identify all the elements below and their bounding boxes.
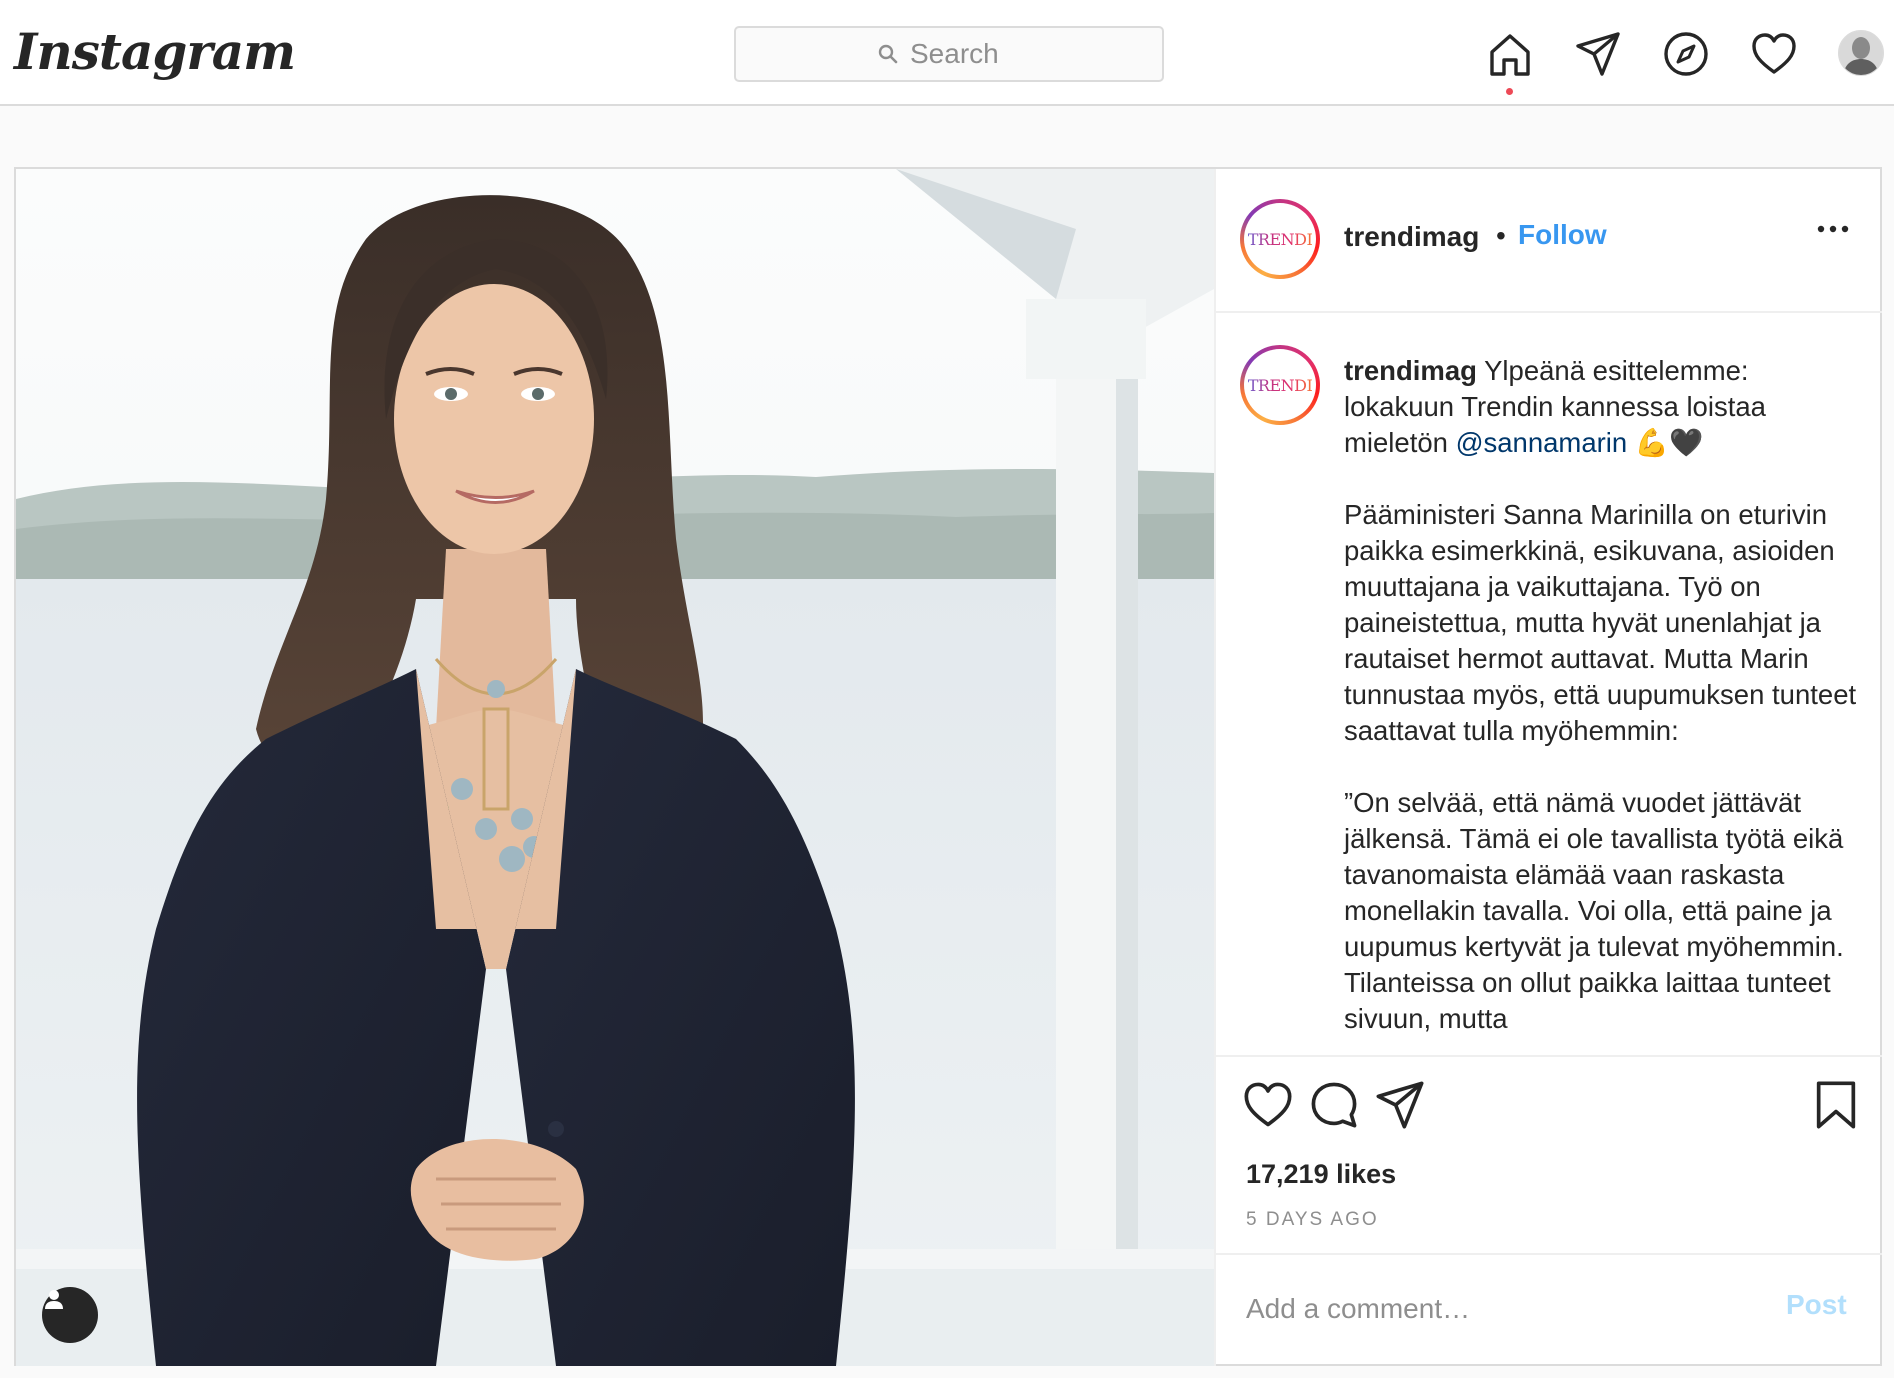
comments-area[interactable]: TRENDI trendimag Ylpeänä esittelemme: lo… (1216, 313, 1882, 1057)
save-bookmark-icon[interactable] (1810, 1079, 1862, 1131)
search-icon (878, 44, 898, 64)
caption-emoji: 💪🖤 (1634, 427, 1704, 458)
top-navigation-bar: Instagram (0, 0, 1894, 106)
header-separator: • (1496, 220, 1506, 251)
caption-author-avatar[interactable]: TRENDI (1240, 345, 1320, 425)
caption-username[interactable]: trendimag (1344, 355, 1477, 386)
author-username[interactable]: trendimag (1344, 221, 1479, 253)
like-heart-icon[interactable] (1242, 1079, 1294, 1131)
activity-heart-icon[interactable] (1750, 30, 1798, 78)
user-icon (45, 1290, 63, 1309)
comment-icon[interactable] (1308, 1079, 1360, 1131)
post-sidebar: TRENDI trendimag • Follow TRENDI trendim… (1214, 169, 1882, 1366)
search-input[interactable] (910, 38, 1020, 70)
post-card: TRENDI trendimag • Follow TRENDI trendim… (14, 167, 1882, 1366)
post-actions: 17,219 likes (1216, 1057, 1882, 1217)
post-header: TRENDI trendimag • Follow (1216, 169, 1882, 313)
follow-button[interactable]: Follow (1518, 219, 1607, 251)
home-icon[interactable] (1486, 30, 1534, 78)
caption-paragraph-3: ”On selvää, että nämä vuodet jättävät jä… (1344, 787, 1844, 1034)
tagged-users-button[interactable] (42, 1287, 98, 1343)
author-avatar-text: TRENDI (1247, 229, 1313, 249)
post-photo-illustration (16, 169, 1214, 1366)
profile-avatar[interactable] (1838, 30, 1884, 76)
comment-input[interactable] (1246, 1287, 1746, 1331)
post-image[interactable] (16, 169, 1214, 1366)
home-notification-dot (1506, 88, 1513, 95)
author-avatar[interactable]: TRENDI (1240, 199, 1320, 279)
search-box[interactable] (734, 26, 1164, 82)
post-timestamp[interactable]: 5 DAYS AGO (1246, 1209, 1379, 1231)
add-comment-bar: Post (1216, 1253, 1882, 1366)
post-caption: trendimag Ylpeänä esittelemme: lokakuun … (1344, 353, 1860, 1055)
explore-icon[interactable] (1662, 30, 1710, 78)
caption-avatar-text: TRENDI (1247, 375, 1313, 395)
post-comment-button[interactable]: Post (1786, 1289, 1847, 1321)
more-options-icon (1817, 225, 1849, 233)
more-options-button[interactable] (1808, 211, 1858, 247)
likes-count[interactable]: 17,219 likes (1246, 1159, 1396, 1190)
share-icon[interactable] (1374, 1079, 1426, 1131)
caption-paragraph-2: Pääministeri Sanna Marinilla on eturivin… (1344, 499, 1857, 746)
direct-message-icon[interactable] (1574, 30, 1622, 78)
instagram-logo[interactable]: Instagram (14, 22, 296, 81)
profile-photo (1839, 31, 1883, 75)
mention-link[interactable]: @sannamarin (1456, 427, 1628, 458)
